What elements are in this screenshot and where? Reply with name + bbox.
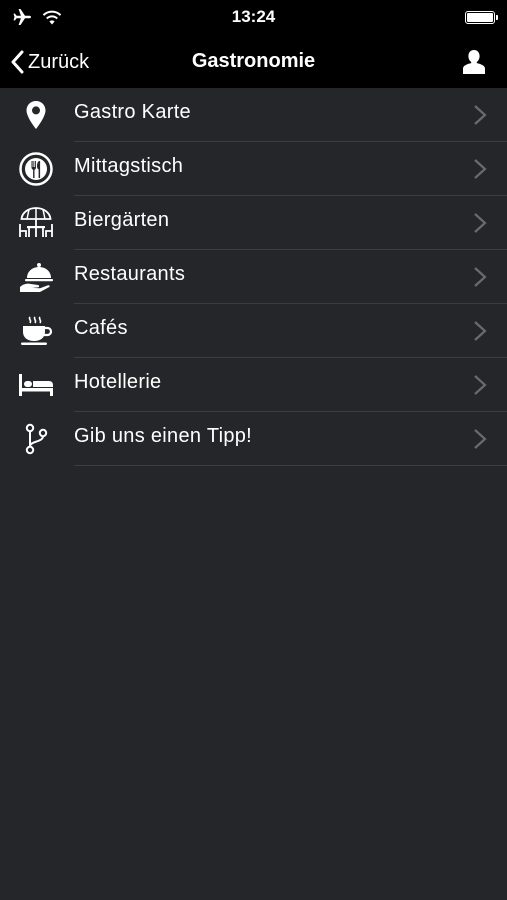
status-time: 13:24 — [231, 7, 276, 26]
page-title: Gastronomie — [191, 50, 316, 72]
menu-item-label: Restaurants — [74, 263, 186, 285]
menu-item-restaurants[interactable]: Restaurants — [0, 250, 507, 304]
menu-item-label: Biergärten — [74, 209, 170, 231]
chevron-right-icon — [474, 105, 487, 125]
menu-item-mittagstisch[interactable]: Mittagstisch — [0, 142, 507, 196]
plate-cutlery-icon — [18, 152, 54, 186]
menu-item-label: Cafés — [74, 317, 128, 339]
bed-icon — [18, 368, 54, 402]
status-bar: 13:24 — [0, 0, 507, 36]
chevron-right-icon — [474, 159, 487, 179]
navigation-bar: Zurück Gastronomie — [0, 36, 507, 88]
menu-item-label: Gib uns einen Tipp! — [74, 425, 253, 447]
gastronomie-menu: Gastro Karte Mittagstisch Biergärten Res… — [0, 88, 507, 466]
beer-garden-umbrella-icon — [18, 206, 54, 240]
chevron-right-icon — [474, 267, 487, 287]
profile-icon[interactable] — [461, 49, 487, 75]
menu-item-gastro-karte[interactable]: Gastro Karte — [0, 88, 507, 142]
menu-item-label: Mittagstisch — [74, 155, 184, 177]
chevron-right-icon — [474, 321, 487, 341]
branch-tip-icon — [18, 422, 54, 456]
menu-item-tipp[interactable]: Gib uns einen Tipp! — [0, 412, 507, 466]
chevron-right-icon — [474, 429, 487, 449]
chevron-right-icon — [474, 213, 487, 233]
menu-item-biergaerten[interactable]: Biergärten — [0, 196, 507, 250]
chevron-right-icon — [474, 375, 487, 395]
map-pin-icon — [18, 98, 54, 132]
coffee-cup-icon — [18, 314, 54, 348]
battery-icon — [465, 11, 498, 24]
row-divider — [74, 465, 507, 466]
menu-item-label: Gastro Karte — [74, 101, 191, 123]
menu-item-cafes[interactable]: Cafés — [0, 304, 507, 358]
menu-item-label: Hotellerie — [74, 371, 162, 393]
serving-cloche-icon — [18, 260, 54, 294]
menu-item-hotellerie[interactable]: Hotellerie — [0, 358, 507, 412]
